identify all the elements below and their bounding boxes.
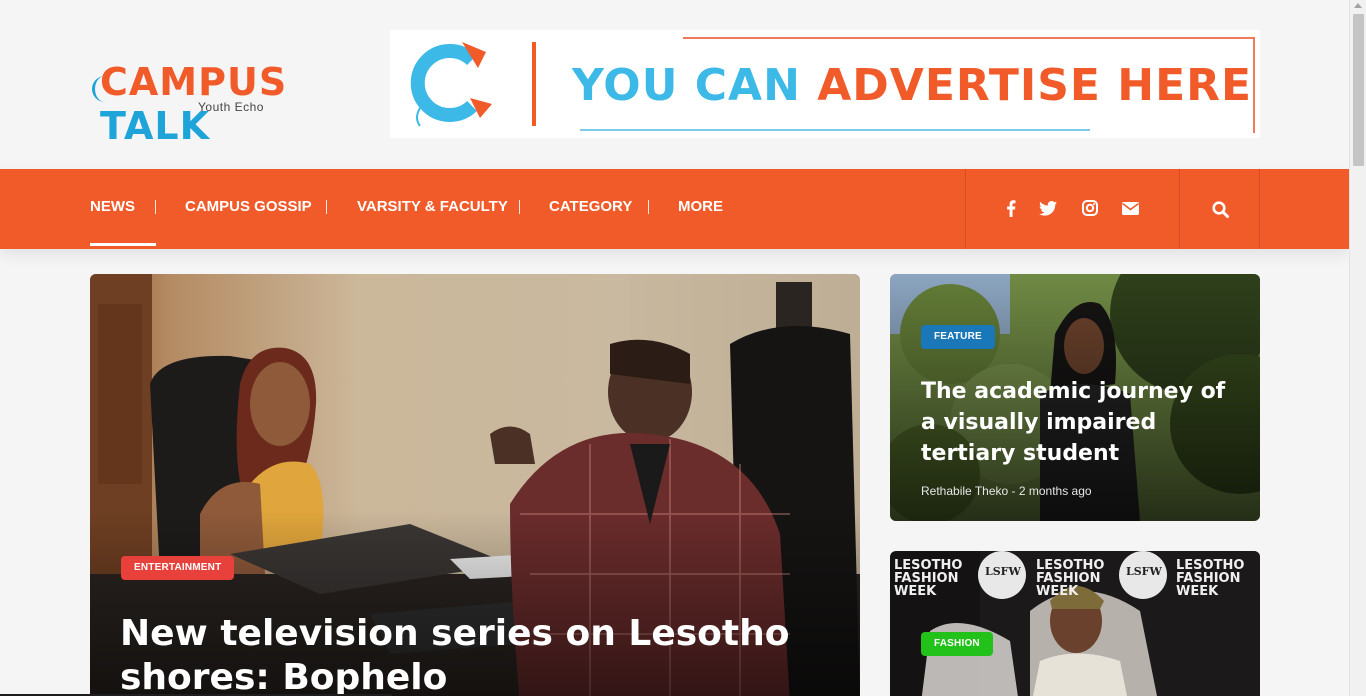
- nav-item-news[interactable]: NEWS: [90, 169, 135, 249]
- article-meta: Rethabile Theko - 2 months ago: [921, 484, 1092, 498]
- ad-frame-line: [580, 129, 1090, 131]
- nav-item-campus-gossip[interactable]: CAMPUS GOSSIP: [185, 169, 312, 249]
- ad-headline: YOU CAN ADVERTISE HERE: [572, 60, 1252, 111]
- side-article-card[interactable]: LESOTHO FASHION WEEK LESOTHO FASHION WEE…: [890, 551, 1260, 696]
- backdrop-logo: LSFW: [985, 565, 1021, 578]
- logo-word-campus: AMPUS: [128, 60, 288, 104]
- instagram-icon[interactable]: [1080, 198, 1100, 218]
- nav-separator: [326, 200, 327, 214]
- nav-item-category[interactable]: CATEGORY: [549, 169, 632, 249]
- advertise-banner[interactable]: YOU CAN ADVERTISE HERE: [390, 30, 1260, 138]
- scroll-up-arrow-icon[interactable]: [1354, 3, 1362, 8]
- featured-article-card[interactable]: ENTERTAINMENT New television series on L…: [90, 274, 860, 696]
- twitter-icon[interactable]: [1038, 198, 1058, 218]
- facebook-icon[interactable]: [1001, 198, 1021, 218]
- featured-article-title[interactable]: New television series on Lesotho shores:…: [120, 612, 860, 696]
- site-header: CAMPUS TALK Youth Echo YOU CAN ADVERTISE…: [0, 0, 1349, 169]
- backdrop-text: LESOTHO FASHION WEEK: [1036, 558, 1105, 599]
- nav-separator: [155, 200, 156, 214]
- ad-text-orange: ADVERTISE HERE: [817, 60, 1253, 111]
- logo-word-talk: TALK: [100, 104, 211, 148]
- side-article-card[interactable]: FEATURE The academic journey of a visual…: [890, 274, 1260, 521]
- ad-divider: [532, 42, 536, 126]
- nav-separator: [519, 200, 520, 214]
- ad-frame-line: [683, 37, 1255, 39]
- backdrop-logo: LSFW: [1126, 565, 1162, 578]
- nav-item-varsity-faculty[interactable]: VARSITY & FACULTY: [357, 169, 508, 249]
- envelope-icon[interactable]: [1120, 198, 1140, 218]
- backdrop-text: LESOTHO FASHION WEEK: [1176, 558, 1245, 599]
- logo-letter-c: C: [100, 60, 129, 104]
- category-badge-entertainment[interactable]: ENTERTAINMENT: [121, 556, 235, 580]
- category-badge-fashion[interactable]: FASHION: [921, 632, 993, 656]
- page-scrollbar[interactable]: [1349, 0, 1366, 696]
- main-nav: NEWS CAMPUS GOSSIP VARSITY & FACULTY CAT…: [0, 169, 1349, 249]
- campus-talk-mark-icon: [410, 42, 492, 127]
- article-author[interactable]: Rethabile Theko: [921, 484, 1008, 498]
- nav-divider: [965, 169, 966, 249]
- search-button[interactable]: [1180, 169, 1260, 249]
- ad-frame-line: [1253, 37, 1255, 133]
- nav-active-indicator: [90, 243, 156, 246]
- ad-text-blue: YOU CAN: [572, 60, 818, 111]
- nav-item-more[interactable]: MORE: [678, 169, 723, 249]
- side-article-title[interactable]: The academic journey of a visually impai…: [921, 376, 1241, 469]
- scrollbar-thumb[interactable]: [1353, 14, 1364, 166]
- search-icon: [1211, 200, 1229, 218]
- nav-separator: [648, 200, 649, 214]
- article-time: 2 months ago: [1018, 484, 1092, 498]
- meta-separator: -: [1011, 484, 1019, 498]
- logo-tagline: Youth Echo: [198, 100, 264, 114]
- category-badge-feature[interactable]: FEATURE: [921, 325, 995, 349]
- site-logo[interactable]: CAMPUS TALK Youth Echo: [92, 58, 392, 148]
- backdrop-text: LESOTHO FASHION WEEK: [894, 558, 963, 599]
